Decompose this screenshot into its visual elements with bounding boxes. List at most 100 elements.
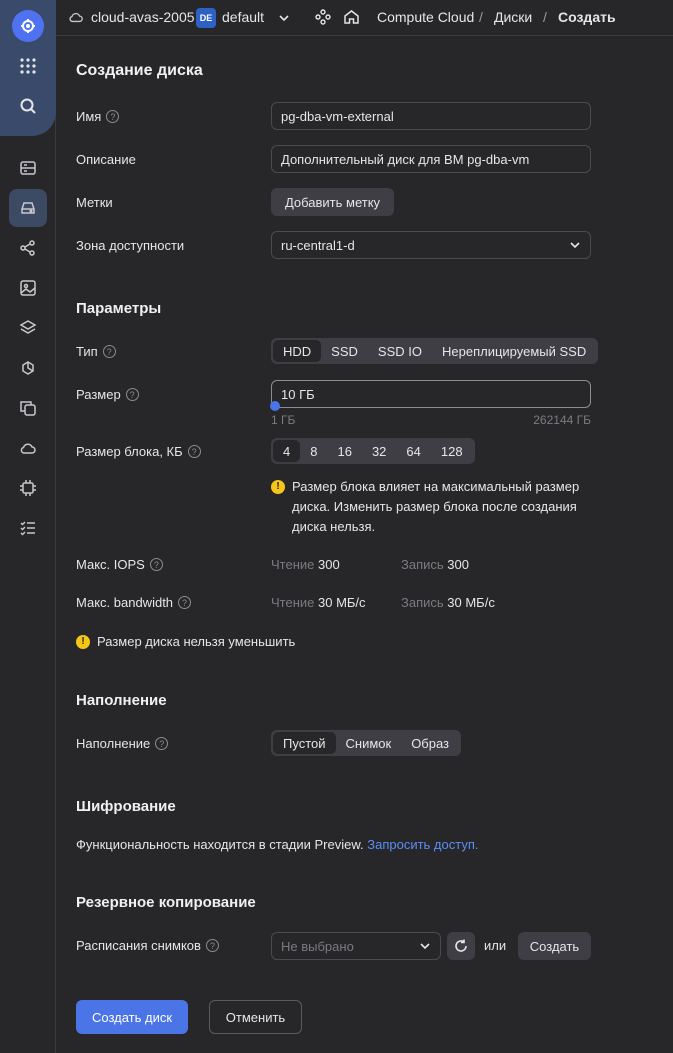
block-option-128[interactable]: 128 (431, 440, 473, 462)
block-option-8[interactable]: 8 (300, 440, 327, 462)
type-label-text: Тип (76, 344, 98, 359)
block-option-16[interactable]: 16 (327, 440, 361, 462)
disk-type-selector: HDD SSD SSD IO Нереплицируемый SSD (271, 338, 599, 364)
help-icon[interactable]: ? (155, 737, 169, 750)
disk-icon[interactable] (9, 189, 47, 227)
size-warning: ! Размер диска нельзя уменьшить (76, 634, 295, 649)
size-label-text: Размер (76, 387, 121, 402)
network-icon[interactable] (9, 229, 47, 267)
cloud-icon (68, 9, 84, 28)
bw-read: Чтение 30 МБ/с (271, 595, 366, 610)
bandwidth-label-text: Макс. bandwidth (76, 595, 174, 610)
labels-label: Метки (76, 195, 113, 210)
iops-write: Запись 300 (401, 557, 469, 572)
breadcrumb-create: Создать (558, 9, 616, 25)
bandwidth-label: Макс. bandwidth? (76, 595, 192, 610)
checklist-icon[interactable] (9, 509, 47, 547)
fill-option-image[interactable]: Образ (401, 732, 459, 754)
block-option-4[interactable]: 4 (273, 440, 301, 462)
folder-name[interactable]: default (222, 9, 264, 25)
iops-label-text: Макс. IOPS (76, 557, 145, 572)
chip-icon[interactable] (9, 469, 47, 507)
bw-read-value: 30 МБ/с (318, 595, 366, 610)
name-label-text: Имя (76, 109, 102, 124)
type-option-hdd[interactable]: HDD (273, 340, 322, 362)
chevron-down-icon[interactable] (278, 11, 290, 27)
create-schedule-button[interactable]: Создать (518, 932, 591, 960)
schedule-placeholder: Не выбрано (281, 938, 354, 954)
snapshot-icon[interactable] (9, 349, 47, 387)
slider-thumb[interactable] (270, 401, 280, 411)
type-option-ssd[interactable]: SSD (321, 340, 368, 362)
schedule-label: Расписания снимков? (76, 938, 219, 953)
description-label: Описание (76, 152, 136, 167)
help-icon[interactable]: ? (106, 110, 120, 123)
size-slider[interactable] (270, 401, 592, 411)
image-icon[interactable] (9, 269, 47, 307)
cloud-name[interactable]: cloud-avas-2005 (91, 9, 195, 25)
iops-read: Чтение 300 (271, 557, 340, 572)
encryption-title: Шифрование (76, 798, 176, 815)
description-input[interactable]: Дополнительный диск для ВМ pg-dba-vm (271, 145, 591, 173)
help-icon[interactable]: ? (178, 596, 192, 609)
help-icon[interactable]: ? (205, 939, 219, 952)
name-input[interactable]: pg-dba-vm-external (271, 102, 591, 130)
params-title: Параметры (76, 300, 162, 317)
zone-select[interactable]: ru-central1-d (271, 231, 591, 259)
write-label: Запись (401, 557, 444, 572)
server-icon[interactable] (9, 149, 47, 187)
copy-icon[interactable] (9, 389, 47, 427)
size-min: 1 ГБ (271, 413, 296, 427)
write-label: Запись (401, 595, 444, 610)
type-option-ssd-io[interactable]: SSD IO (368, 340, 432, 362)
fill-label-text: Наполнение (76, 736, 151, 751)
cloud-icon[interactable] (9, 429, 47, 467)
block-option-64[interactable]: 64 (396, 440, 430, 462)
fill-selector: Пустой Снимок Образ (271, 730, 462, 756)
sidebar (0, 0, 56, 1053)
block-warning-text: Размер блока влияет на максимальный разм… (292, 479, 580, 534)
fill-option-empty[interactable]: Пустой (273, 732, 336, 754)
iops-write-value: 300 (447, 557, 469, 572)
page-title: Создание диска (76, 62, 203, 79)
chevron-down-icon (420, 943, 430, 950)
apps-icon[interactable] (9, 47, 47, 85)
read-label: Чтение (271, 557, 315, 572)
breadcrumb-separator: / (543, 9, 547, 25)
block-size-label: Размер блока, КБ? (76, 444, 201, 459)
size-max: 262144 ГБ (533, 413, 591, 427)
size-warning-text: Размер диска нельзя уменьшить (97, 634, 296, 649)
add-label-button[interactable]: Добавить метку (271, 188, 394, 216)
home-icon[interactable] (343, 9, 360, 28)
refresh-button[interactable] (447, 932, 475, 960)
fill-option-snapshot[interactable]: Снимок (336, 732, 402, 754)
help-icon[interactable]: ? (125, 388, 139, 401)
services-icon[interactable] (315, 9, 331, 28)
help-icon[interactable]: ? (149, 558, 163, 571)
fill-title: Наполнение (76, 692, 167, 709)
folder-badge: DE (196, 8, 216, 28)
layers-icon[interactable] (9, 309, 47, 347)
help-icon[interactable]: ? (102, 345, 116, 358)
iops-label: Макс. IOPS? (76, 557, 163, 572)
chevron-down-icon (570, 242, 580, 249)
bw-write: Запись 30 МБ/с (401, 595, 495, 610)
block-option-32[interactable]: 32 (362, 440, 396, 462)
breadcrumb-compute[interactable]: Compute Cloud (377, 9, 474, 25)
size-label: Размер? (76, 387, 139, 402)
fill-label: Наполнение? (76, 736, 169, 751)
search-icon[interactable] (9, 87, 47, 125)
bw-write-value: 30 МБ/с (447, 595, 495, 610)
block-size-selector: 4 8 16 32 64 128 (271, 438, 475, 464)
iops-read-value: 300 (318, 557, 340, 572)
block-size-warning: ! Размер блока влияет на максимальный ра… (271, 477, 591, 537)
or-text: или (484, 938, 507, 953)
logo-icon[interactable] (12, 10, 44, 42)
help-icon[interactable]: ? (187, 445, 201, 458)
request-access-link[interactable]: Запросить доступ. (367, 837, 478, 852)
create-disk-button[interactable]: Создать диск (76, 1000, 188, 1034)
breadcrumb-disks[interactable]: Диски (494, 9, 532, 25)
cancel-button[interactable]: Отменить (209, 1000, 302, 1034)
schedule-select[interactable]: Не выбрано (271, 932, 441, 960)
type-option-nonreplicated-ssd[interactable]: Нереплицируемый SSD (432, 340, 596, 362)
